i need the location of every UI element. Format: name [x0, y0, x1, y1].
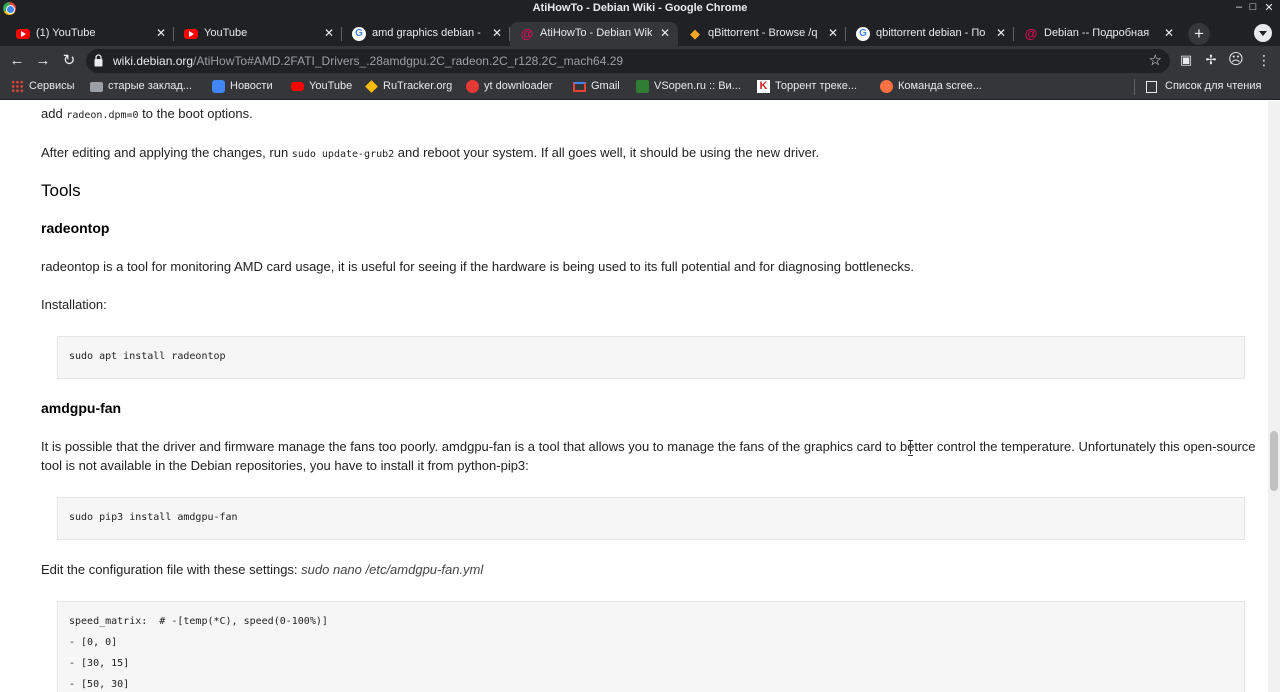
address-bar[interactable]: wiki.debian.org/AtiHowTo#AMD.2FATI_Drive… — [86, 49, 1170, 73]
page-scrollbar[interactable] — [1268, 101, 1280, 692]
tab-youtube-1[interactable]: (1) YouTube ✕ — [6, 22, 174, 46]
sourceforge-icon: ◆ — [690, 26, 700, 41]
tab-close-icon[interactable]: ✕ — [156, 26, 166, 40]
news-icon — [212, 80, 225, 93]
gmail-icon — [573, 82, 586, 92]
tab-youtube-2[interactable]: YouTube ✕ — [174, 22, 342, 46]
vsopen-icon — [636, 80, 649, 93]
extension-icon[interactable]: ▣ — [1178, 52, 1194, 68]
tab-label: (1) YouTube — [36, 27, 96, 39]
tab-label: qBittorrent - Browse /q — [708, 27, 818, 39]
text-cursor-icon — [908, 440, 914, 456]
config-line: - [30, 15] — [69, 658, 130, 669]
torrent-icon: K — [757, 80, 770, 93]
rutracker-icon — [365, 80, 378, 93]
paragraph-installation: Installation: — [41, 297, 107, 312]
heading-radeontop: radeontop — [41, 220, 110, 236]
back-button[interactable]: ← — [6, 50, 28, 72]
paragraph-update-grub: After editing and applying the changes, … — [41, 145, 820, 160]
tab-search-button[interactable] — [1254, 24, 1272, 42]
code-block-config: speed_matrix: # -[temp(*C), speed(0-100%… — [57, 601, 1245, 692]
heading-tools: Tools — [41, 181, 81, 200]
menu-icon[interactable]: ⋮ — [1256, 52, 1272, 68]
profile-avatar-icon[interactable]: ☹ — [1228, 52, 1244, 68]
scrollbar-thumb[interactable] — [1270, 431, 1278, 491]
tab-qbittorrent-browse[interactable]: ◆ qBittorrent - Browse /q ✕ — [678, 22, 846, 46]
paragraph-amdgpu-fan-1: It is possible that the driver and firmw… — [41, 439, 1256, 454]
tab-close-icon[interactable]: ✕ — [996, 26, 1006, 40]
code-block-amdgpu-fan: sudo pip3 install amdgpu-fan — [57, 497, 1245, 540]
tab-label: AtiHowTo - Debian Wiki — [540, 27, 652, 39]
window-title: AtiHowTo - Debian Wiki - Google Chrome — [532, 2, 748, 14]
folder-icon — [90, 82, 103, 92]
tab-debian-details[interactable]: @ Debian -- Подробная ✕ — [1014, 22, 1182, 46]
config-line: - [50, 30] — [69, 679, 130, 690]
reload-button[interactable]: ↻ — [58, 50, 80, 72]
youtube-icon — [16, 29, 30, 39]
code-block-radeontop: sudo apt install radeontop — [57, 336, 1245, 379]
debian-icon: @ — [520, 26, 534, 41]
tab-strip: (1) YouTube ✕ YouTube ✕ G amd graphics d… — [0, 18, 1280, 46]
tab-atihowto[interactable]: @ AtiHowTo - Debian Wiki ✕ — [510, 22, 678, 46]
paragraph-radeontop: radeontop is a tool for monitoring AMD c… — [41, 259, 914, 274]
apps-icon — [11, 80, 24, 93]
debian-icon: @ — [1024, 26, 1038, 41]
youtube-icon — [291, 82, 304, 91]
paragraph-boot-options: add radeon.dpm=0 to the boot options. — [41, 106, 253, 121]
tab-close-icon[interactable]: ✕ — [492, 26, 502, 40]
tab-close-icon[interactable]: ✕ — [324, 26, 334, 40]
tab-close-icon[interactable]: ✕ — [660, 26, 670, 40]
tab-google-amd[interactable]: G amd graphics debian - ✕ — [342, 22, 510, 46]
config-line: - [0, 0] — [69, 637, 118, 648]
google-icon: G — [856, 27, 870, 41]
reading-list-icon — [1146, 81, 1157, 93]
heading-amdgpu-fan: amdgpu-fan — [41, 400, 122, 416]
close-window-button[interactable]: ✕ — [1262, 1, 1276, 14]
team-icon — [880, 80, 893, 93]
url-text: wiki.debian.org/AtiHowTo#AMD.2FATI_Drive… — [113, 54, 624, 68]
tab-close-icon[interactable]: ✕ — [828, 26, 838, 40]
browser-toolbar: ← → ↻ wiki.debian.org/AtiHowTo#AMD.2FATI… — [0, 46, 1280, 75]
extensions-puzzle-icon[interactable]: ✢ — [1203, 52, 1219, 68]
youtube-icon — [184, 29, 198, 39]
tab-google-qbittorrent[interactable]: G qbittorrent debian - По ✕ — [846, 22, 1014, 46]
download-icon — [466, 80, 479, 93]
google-icon: G — [352, 27, 366, 41]
config-line: speed_matrix: # -[temp(*C), speed(0-100%… — [69, 616, 328, 627]
minimize-button[interactable]: – — [1232, 1, 1246, 13]
window-titlebar: AtiHowTo - Debian Wiki - Google Chrome –… — [0, 0, 1280, 18]
paragraph-amdgpu-fan-2: tool is not available in the Debian repo… — [41, 458, 529, 473]
bookmarks-bar: Сервисы старые заклад... Новости YouTube… — [0, 75, 1280, 100]
tab-label: amd graphics debian - — [372, 27, 481, 39]
tab-label: Debian -- Подробная — [1044, 27, 1150, 39]
maximize-button[interactable]: □ — [1246, 1, 1260, 13]
bookmark-star-icon[interactable]: ☆ — [1149, 51, 1162, 69]
forward-button[interactable]: → — [32, 50, 54, 72]
paragraph-edit-config: Edit the configuration file with these s… — [41, 562, 484, 577]
tab-label: YouTube — [204, 27, 248, 39]
page-content: add radeon.dpm=0 to the boot options. Af… — [0, 101, 1268, 692]
new-tab-button[interactable]: + — [1188, 23, 1210, 45]
lock-icon — [94, 54, 103, 67]
tab-close-icon[interactable]: ✕ — [1164, 26, 1174, 40]
tab-label: qbittorrent debian - По — [876, 27, 986, 39]
